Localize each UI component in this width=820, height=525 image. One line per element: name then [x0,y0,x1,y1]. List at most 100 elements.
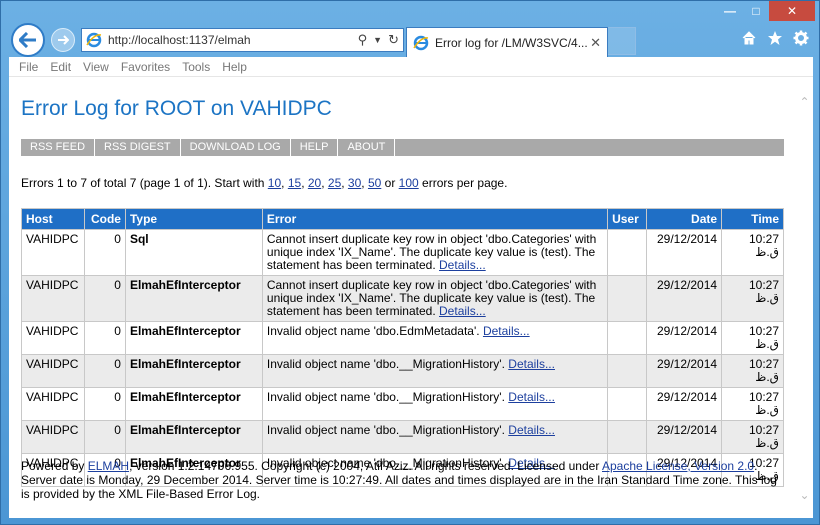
back-button[interactable] [11,23,45,57]
favorites-star-icon[interactable] [767,29,783,47]
elmah-link[interactable]: ELMAH [88,459,129,473]
pagesize-suffix: errors per page. [422,176,508,190]
user-cell [607,275,648,322]
time-cell: 10:27 ق.ظ [721,354,784,388]
pagesize-15[interactable]: 15 [288,176,301,190]
col-type[interactable]: Type [124,208,263,230]
time-cell: 10:27 ق.ظ [721,321,784,355]
tab-elmah[interactable]: Error log for /LM/W3SVC/4... ✕ [406,27,608,57]
pagesize-30[interactable]: 30 [348,176,361,190]
details-link[interactable]: Details... [508,423,555,437]
pagesize-50[interactable]: 50 [368,176,381,190]
scroll-up-icon[interactable]: ⌃ [798,95,811,109]
minimize-icon[interactable]: — [717,1,743,21]
type-cell: ElmahEfInterceptor [124,420,263,454]
pagesize-prefix: Errors 1 to 7 of total 7 (page 1 of 1). … [21,176,265,190]
license-link[interactable]: Apache License, Version 2.0 [602,459,754,473]
type-cell: ElmahEfInterceptor [124,354,263,388]
time-cell: 10:27 ق.ظ [721,275,784,322]
user-cell [607,420,648,454]
rss-feed-link[interactable]: RSS FEED [21,139,96,156]
footer-text-1: , version 1.2.14706.955. Copyright (c) 2… [129,459,600,473]
date-cell: 29/12/2014 [646,354,723,388]
error-message: Invalid object name 'dbo.__MigrationHist… [266,423,505,437]
code-cell: 0 [83,354,126,388]
type-cell: Sql [124,229,263,276]
details-link[interactable]: Details... [483,324,530,338]
pagesize-100[interactable]: 100 [399,176,419,190]
menu-favorites[interactable]: Favorites [121,60,170,74]
date-cell: 29/12/2014 [646,275,723,322]
type-cell: ElmahEfInterceptor [124,321,263,355]
menu-tools[interactable]: Tools [182,60,210,74]
new-tab-button[interactable] [608,27,636,55]
error-cell: Invalid object name 'dbo.__MigrationHist… [261,354,609,388]
pagesize-or: or [384,176,396,190]
pagesize-20[interactable]: 20 [308,176,321,190]
col-user[interactable]: User [607,208,648,230]
menu-view[interactable]: View [83,60,109,74]
tab-close-icon[interactable]: ✕ [590,35,601,51]
settings-gear-icon[interactable] [793,29,809,47]
user-cell [607,229,648,276]
code-cell: 0 [83,229,126,276]
refresh-icon[interactable]: ↻ [388,32,399,48]
user-cell [607,387,648,421]
menu-help[interactable]: Help [222,60,247,74]
rss-digest-link[interactable]: RSS DIGEST [95,139,181,156]
code-cell: 0 [83,275,126,322]
host-cell: VAHIDPC [21,275,85,322]
speed-bar: RSS FEED RSS DIGEST DOWNLOAD LOG HELP AB… [21,139,784,156]
table-row: VAHIDPC 0 ElmahEfInterceptor Invalid obj… [21,354,784,388]
home-icon[interactable] [741,29,757,47]
dropdown-icon[interactable]: ▼ [373,35,382,48]
about-link[interactable]: ABOUT [338,139,396,156]
time-cell: 10:27 ق.ظ [721,420,784,454]
table-row: VAHIDPC 0 ElmahEfInterceptor Cannot inse… [21,275,784,322]
vertical-scrollbar[interactable]: ⌃ ⌄ [796,77,813,518]
host-cell: VAHIDPC [21,321,85,355]
scroll-down-icon[interactable]: ⌄ [798,488,811,502]
ie-logo-icon [86,32,102,48]
user-cell [607,354,648,388]
type-cell: ElmahEfInterceptor [124,387,263,421]
pagesize-10[interactable]: 10 [268,176,281,190]
time-cell: 10:27 ق.ظ [721,229,784,276]
col-date[interactable]: Date [646,208,723,230]
details-link[interactable]: Details... [439,304,486,318]
col-error[interactable]: Error [261,208,609,230]
col-code[interactable]: Code [83,208,126,230]
close-icon[interactable]: ✕ [769,1,815,21]
forward-button[interactable] [51,28,75,52]
details-link[interactable]: Details... [508,390,555,404]
error-message: Cannot insert duplicate key row in objec… [266,232,597,272]
col-time[interactable]: Time [721,208,784,230]
browser-chrome: — □ ✕ http://localhost:1137/elmah ⚲ ▼ ↻ … [1,1,820,57]
host-cell: VAHIDPC [21,354,85,388]
type-cell: ElmahEfInterceptor [124,275,263,322]
search-icon[interactable]: ⚲ [358,32,368,48]
date-cell: 29/12/2014 [646,229,723,276]
address-bar[interactable]: http://localhost:1137/elmah ⚲ ▼ ↻ [81,28,404,52]
tab-title: Error log for /LM/W3SVC/4... [435,35,588,50]
details-link[interactable]: Details... [508,357,555,371]
error-cell: Invalid object name 'dbo.__MigrationHist… [261,387,609,421]
date-cell: 29/12/2014 [646,387,723,421]
table-row: VAHIDPC 0 ElmahEfInterceptor Invalid obj… [21,321,784,355]
download-log-link[interactable]: DOWNLOAD LOG [181,139,291,156]
help-link[interactable]: HELP [291,139,339,156]
details-link[interactable]: Details... [439,258,486,272]
date-cell: 29/12/2014 [646,321,723,355]
address-url: http://localhost:1137/elmah [108,33,251,47]
menu-file[interactable]: File [19,60,38,74]
pagesize-25[interactable]: 25 [328,176,341,190]
maximize-icon[interactable]: □ [743,1,769,21]
error-message: Invalid object name 'dbo.__MigrationHist… [266,390,505,404]
footer-powered-by: Powered by [21,459,85,473]
window-controls: — □ ✕ [717,1,815,21]
col-host[interactable]: Host [21,208,85,230]
host-cell: VAHIDPC [21,387,85,421]
date-cell: 29/12/2014 [646,420,723,454]
error-cell: Invalid object name 'dbo.__MigrationHist… [261,420,609,454]
menu-edit[interactable]: Edit [50,60,71,74]
